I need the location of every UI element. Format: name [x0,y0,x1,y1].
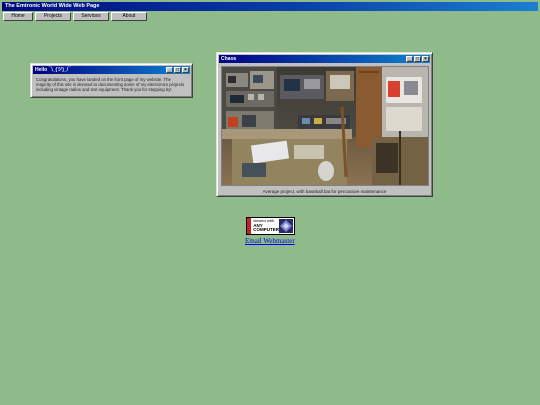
workbench-photo [220,66,429,186]
page-title-bar: The Emtronic World Wide Web Page [2,2,538,11]
badge-text: viewed with ANY COMPUTER [251,218,279,234]
chaos-window-titlebar[interactable]: Chaos _ □ × [219,55,430,63]
hello-message: Congratulations, you have landed on the … [36,77,185,92]
chaos-window: Chaos _ □ × Average project, with baseba… [216,52,433,197]
nav-bar: Home Projects Services About [3,12,147,21]
page-title: The Emtronic World Wide Web Page [5,3,100,9]
badge-line-3: COMPUTER [253,227,279,233]
chaos-window-title: Chaos [221,56,237,62]
nav-about-button[interactable]: About [111,12,147,21]
nav-projects-button[interactable]: Projects [35,12,71,21]
nav-home-button[interactable]: Home [3,12,33,21]
hello-window-titlebar[interactable]: Hello ¯\_(ツ)_/¯ _ □ × [33,66,190,74]
maximize-icon[interactable]: □ [414,56,421,62]
close-icon[interactable]: × [422,56,429,62]
maximize-icon[interactable]: □ [174,67,181,73]
close-icon[interactable]: × [182,67,189,73]
minimize-icon[interactable]: _ [166,67,173,73]
computer-logo-icon [279,219,293,233]
hello-window: Hello ¯\_(ツ)_/¯ _ □ × Congratulations, y… [30,63,193,98]
viewed-with-any-computer-badge[interactable]: viewed with ANY COMPUTER [246,217,295,235]
email-webmaster-link[interactable]: Email Webmaster [245,237,295,245]
nav-services-button[interactable]: Services [73,12,109,21]
photo-caption: Average project, with baseball bat for p… [262,189,387,194]
minimize-icon[interactable]: _ [406,56,413,62]
hello-window-title: Hello ¯\_(ツ)_/¯ [35,67,71,73]
